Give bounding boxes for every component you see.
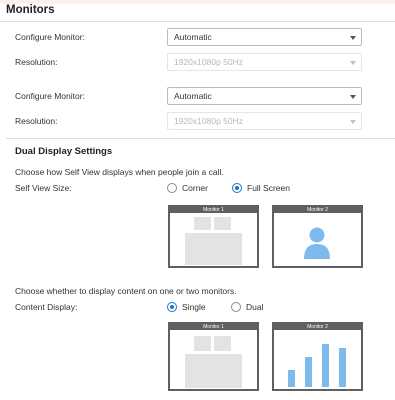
resolution-1-label: Resolution: [15, 57, 58, 67]
chevron-down-icon [350, 95, 356, 99]
dual-display-title: Dual Display Settings [15, 146, 113, 157]
radio-label-dual: Dual [246, 302, 264, 312]
self-view-description: Choose how Self View displays when peopl… [15, 167, 224, 177]
content-bar [339, 348, 346, 387]
chevron-down-icon [350, 120, 356, 124]
content-monitor-1-preview: Monitor 1 [168, 322, 259, 391]
configure-monitor-2-select[interactable]: Automatic [167, 87, 362, 105]
configure-monitor-2-value: Automatic [174, 91, 212, 101]
chevron-down-icon [350, 61, 356, 65]
main-video-tile [185, 233, 242, 265]
configure-monitor-1-label: Configure Monitor: [15, 32, 85, 42]
resolution-2-label: Resolution: [15, 116, 58, 126]
title-divider [0, 21, 395, 22]
radio-selected-icon [232, 183, 242, 193]
content-bar [288, 370, 295, 387]
resolution-2-value: 1920x1080p 50Hz [174, 116, 244, 126]
monitor-1-title: Monitor 1 [170, 207, 257, 213]
participant-tile [194, 336, 211, 351]
content-bar [305, 357, 312, 387]
resolution-1-select: 1920x1080p 50Hz [167, 53, 362, 71]
content-display-label: Content Display: [15, 302, 78, 312]
content-bar [322, 344, 329, 387]
self-view-monitor-2-preview: Monitor 2 [272, 205, 363, 268]
resolution-2-select: 1920x1080p 50Hz [167, 112, 362, 130]
configure-monitor-1-value: Automatic [174, 32, 212, 42]
radio-selected-icon [167, 302, 177, 312]
configure-monitor-1-select[interactable]: Automatic [167, 28, 362, 46]
monitor-1-title: Monitor 1 [170, 324, 257, 330]
radio-circle-icon [231, 302, 241, 312]
section-divider [6, 138, 395, 139]
radio-label-single: Single [182, 302, 206, 312]
self-view-monitor-1-preview: Monitor 1 [168, 205, 259, 268]
participant-tile [214, 336, 231, 351]
participant-tile [214, 217, 231, 230]
radio-circle-icon [167, 183, 177, 193]
configure-monitor-2-label: Configure Monitor: [15, 91, 85, 101]
radio-label-full-screen: Full Screen [247, 183, 290, 193]
radio-label-corner: Corner [182, 183, 208, 193]
page-title: Monitors [6, 4, 55, 16]
participant-tile [194, 217, 211, 230]
person-silhouette-icon [304, 227, 330, 259]
content-display-description: Choose whether to display content on one… [15, 286, 237, 296]
top-strip [0, 0, 395, 4]
monitor-2-title: Monitor 2 [274, 324, 361, 330]
main-video-tile [185, 354, 242, 388]
resolution-1-value: 1920x1080p 50Hz [174, 57, 244, 67]
chevron-down-icon [350, 36, 356, 40]
self-view-size-label: Self View Size: [15, 183, 72, 193]
monitor-2-title: Monitor 2 [274, 207, 361, 213]
content-monitor-2-preview: Monitor 2 [272, 322, 363, 391]
